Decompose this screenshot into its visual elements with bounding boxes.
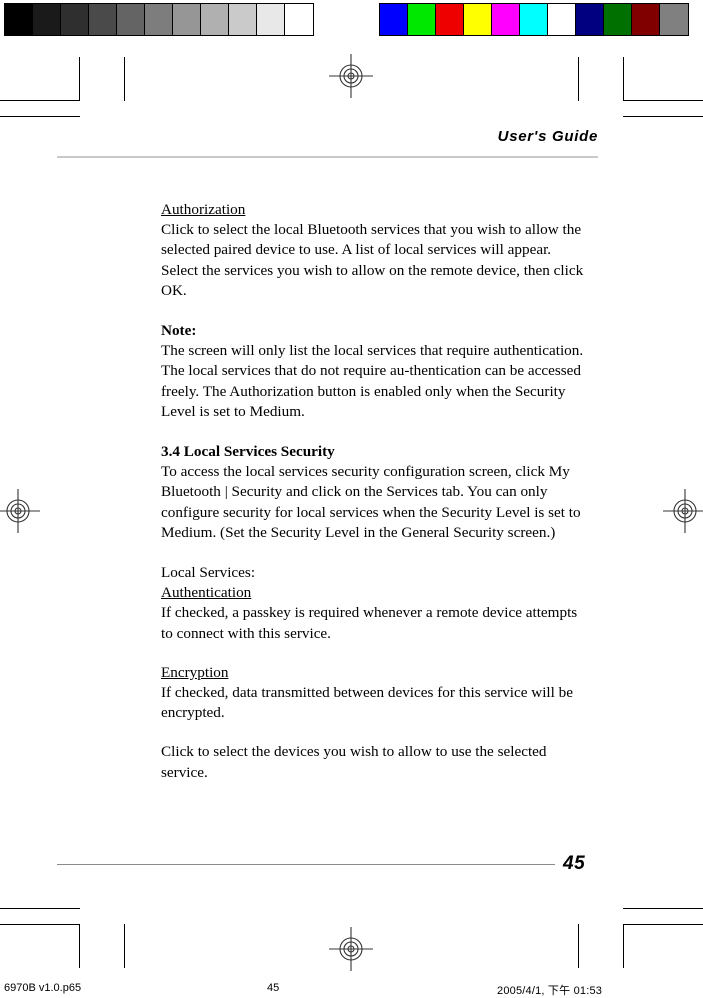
section-body-encryption: If checked, data transmitted between dev… (161, 684, 574, 722)
footer-page: 45 (267, 982, 280, 994)
section-body-note: The screen will only list the local serv… (161, 342, 584, 420)
section-heading-local-services: Local Services: (161, 564, 256, 582)
section-heading-encryption: Encryption (161, 663, 229, 681)
footer-divider-rule (57, 864, 555, 865)
section-body-authentication: If checked, a passkey is required whenev… (161, 604, 578, 642)
footer-filename: 6970B v1.0.p65 (4, 982, 82, 994)
application-footer: 6970B v1.0.p65 45 2005/4/1, 下午 01:53 (0, 982, 703, 997)
footer-timestamp: 2005/4/1, 下午 01:53 (497, 985, 603, 997)
page-number: 45 (563, 853, 586, 874)
document-page: User's Guide Authorization Click to sele… (0, 0, 703, 997)
page-header-title: User's Guide (497, 128, 598, 145)
document-body-column: Authorization Click to select the local … (161, 200, 591, 783)
section-heading-local-services-security: 3.4 Local Services Security (161, 443, 335, 461)
section-heading-note: Note: (161, 322, 197, 340)
section-body-authorization: Click to select the local Bluetooth serv… (161, 221, 584, 299)
section-body-local-services-security: To access the local services security co… (161, 463, 581, 541)
section-body-device-selection: Click to select the devices you wish to … (161, 743, 547, 781)
section-heading-authentication: Authentication (161, 584, 252, 602)
header-divider-rule (57, 156, 598, 158)
section-heading-authorization: Authorization (161, 201, 246, 218)
